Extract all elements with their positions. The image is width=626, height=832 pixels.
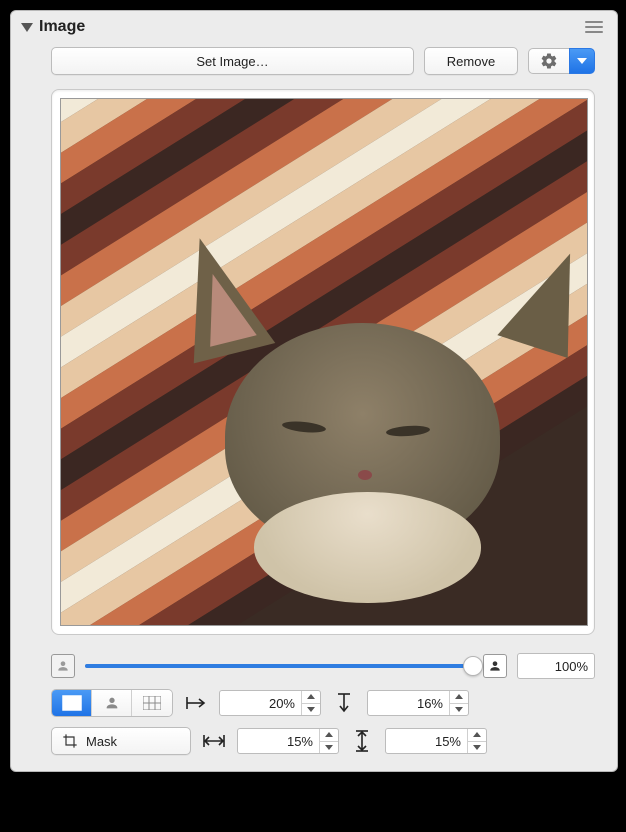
- set-image-label: Set Image…: [196, 54, 268, 69]
- fit-fill-icon: [62, 695, 82, 711]
- height-icon: [349, 729, 375, 753]
- remove-button[interactable]: Remove: [424, 47, 518, 75]
- width-icon: [201, 733, 227, 749]
- fit-mode-tile-button[interactable]: [132, 690, 172, 716]
- opacity-max-icon: [483, 654, 507, 678]
- offset-x-stepper[interactable]: 20%: [219, 690, 321, 716]
- settings-gear-button[interactable]: [528, 48, 569, 74]
- disclosure-triangle-icon[interactable]: [21, 23, 33, 32]
- offset-y-stepper[interactable]: 16%: [367, 690, 469, 716]
- panel-menu-icon[interactable]: [581, 17, 607, 37]
- fit-mode-fill-button[interactable]: [52, 690, 92, 716]
- settings-split-button: [528, 48, 595, 74]
- height-stepper[interactable]: 15%: [385, 728, 487, 754]
- offset-y-value: 16%: [368, 691, 449, 715]
- image-controls: 100% 20%: [11, 643, 617, 771]
- panel-header: Image: [11, 11, 617, 41]
- image-actions-row: Set Image… Remove: [11, 41, 617, 81]
- offset-x-icon: [183, 695, 209, 711]
- width-stepper[interactable]: 15%: [237, 728, 339, 754]
- fit-person-icon: [104, 695, 120, 711]
- chevron-down-icon: [577, 58, 587, 64]
- fit-row-2: Mask 15% 15%: [51, 727, 595, 755]
- height-down[interactable]: [468, 742, 486, 754]
- settings-dropdown-button[interactable]: [569, 48, 595, 74]
- fit-mode-segmented: [51, 689, 173, 717]
- mask-button[interactable]: Mask: [51, 727, 191, 755]
- offset-x-up[interactable]: [302, 691, 320, 704]
- grid-icon: [143, 696, 161, 710]
- panel-title: Image: [39, 18, 85, 36]
- opacity-value[interactable]: 100%: [517, 653, 595, 679]
- height-value: 15%: [386, 729, 467, 753]
- offset-x-down[interactable]: [302, 704, 320, 716]
- opacity-slider[interactable]: [85, 656, 473, 676]
- mask-label: Mask: [86, 734, 117, 749]
- offset-y-up[interactable]: [450, 691, 468, 704]
- opacity-min-icon: [51, 654, 75, 678]
- offset-y-icon: [331, 692, 357, 714]
- fit-mode-fit-button[interactable]: [92, 690, 132, 716]
- opacity-row: 100%: [51, 653, 595, 679]
- image-well[interactable]: [51, 89, 595, 635]
- set-image-button[interactable]: Set Image…: [51, 47, 414, 75]
- gear-icon: [540, 52, 558, 70]
- remove-label: Remove: [447, 54, 495, 69]
- width-value: 15%: [238, 729, 319, 753]
- fit-row-1: 20% 16%: [51, 689, 595, 717]
- image-inspector-panel: Image Set Image… Remove: [10, 10, 618, 772]
- width-down[interactable]: [320, 742, 338, 754]
- image-preview: [60, 98, 588, 626]
- height-up[interactable]: [468, 729, 486, 742]
- offset-y-down[interactable]: [450, 704, 468, 716]
- width-up[interactable]: [320, 729, 338, 742]
- crop-icon: [62, 733, 78, 749]
- offset-x-value: 20%: [220, 691, 301, 715]
